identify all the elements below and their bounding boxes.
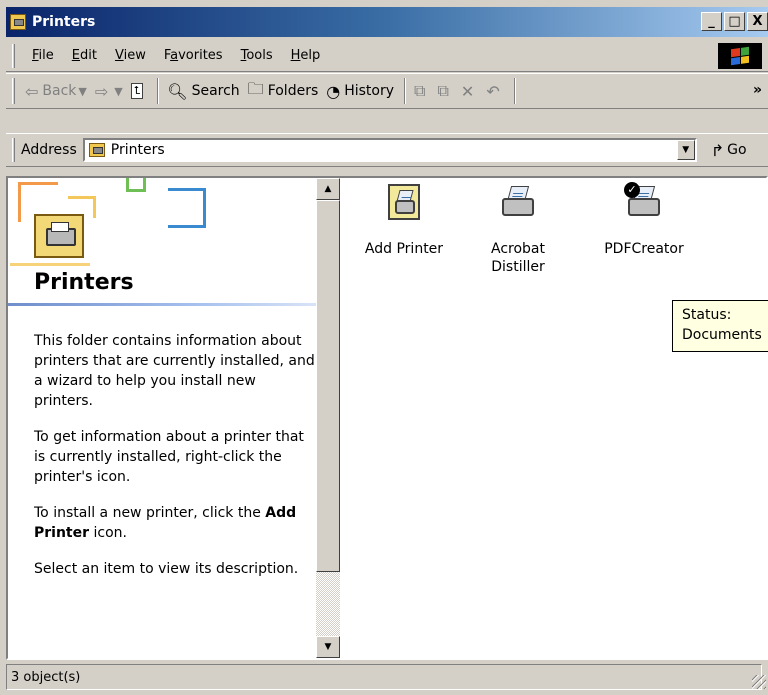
menu-edit[interactable]: Edit: [63, 48, 106, 63]
menu-tools[interactable]: Tools: [232, 48, 282, 63]
window-controls: _ □ X: [699, 12, 768, 31]
list-item-pdfcreator[interactable]: ✓ PDFCreator: [592, 182, 696, 258]
item-label: Acrobat Distiller: [491, 241, 545, 275]
move-to-button[interactable]: ⧉: [414, 81, 429, 101]
printers-folder-icon: [88, 143, 105, 157]
delete-button[interactable]: ✕: [461, 82, 478, 101]
tooltip-line: Documents: [682, 327, 762, 343]
go-arrow-icon: ↱: [710, 140, 725, 160]
up-folder-icon: ⮤: [130, 83, 144, 99]
undo-button[interactable]: ↶: [486, 82, 503, 101]
list-item-acrobat-distiller[interactable]: Acrobat Distiller: [466, 182, 570, 276]
maximize-button[interactable]: □: [724, 12, 745, 31]
move-to-icon: ⧉: [414, 81, 426, 100]
pane-title: Printers: [34, 270, 134, 295]
history-button[interactable]: ◔ History: [326, 82, 394, 101]
minimize-button[interactable]: _: [701, 12, 722, 31]
web-view-pane: Printers This folder contains informatio…: [8, 178, 318, 658]
add-printer-icon: [384, 182, 424, 222]
delete-icon: ✕: [460, 81, 475, 101]
back-label: Back: [42, 83, 77, 99]
close-button[interactable]: X: [747, 12, 768, 31]
undo-icon: ↶: [486, 81, 500, 101]
history-label: History: [344, 83, 395, 99]
address-dropdown-button[interactable]: ▼: [676, 140, 695, 160]
search-button[interactable]: 🔍︎ Search: [167, 82, 239, 101]
address-value: Printers: [110, 142, 165, 158]
menu-file[interactable]: File: [23, 48, 63, 63]
info-paragraph: This folder contains information about p…: [34, 333, 315, 409]
arrow-down-icon: ▼: [324, 642, 332, 652]
address-bar: Address Printers ▼ ↱ Go: [6, 133, 768, 167]
tooltip-line: Status:: [682, 307, 732, 323]
status-bar: 3 object(s): [6, 663, 768, 691]
vertical-scrollbar[interactable]: ▲ ▼: [316, 178, 340, 658]
item-label: Add Printer: [364, 241, 444, 257]
back-button[interactable]: ⇦ Back ▼: [25, 82, 87, 101]
select-paragraph: Select an item to view its description.: [34, 561, 299, 577]
forward-arrow-icon: ⇨: [94, 81, 109, 101]
printer-icon: [498, 182, 538, 222]
folders-button[interactable]: 🗀 Folders: [248, 78, 319, 105]
chevron-down-icon[interactable]: ▼: [78, 85, 86, 98]
arrow-up-icon: ▲: [324, 184, 332, 194]
menu-bar: File Edit View Favorites Tools Help: [6, 40, 768, 72]
address-label: Address: [21, 142, 77, 158]
pane-description: This folder contains information about p…: [34, 331, 316, 595]
info-paragraph: To get information about a printer that …: [34, 429, 304, 485]
menu-help[interactable]: Help: [282, 48, 330, 63]
printers-folder-icon: [10, 14, 26, 30]
copy-to-button[interactable]: ⧉: [437, 81, 452, 101]
window-title: Printers: [32, 14, 96, 30]
menu-favorites[interactable]: Favorites: [155, 48, 232, 63]
status-text: 3 object(s): [6, 664, 762, 690]
folder-banner: Printers: [8, 178, 318, 298]
scroll-down-button[interactable]: ▼: [316, 636, 340, 658]
windows-logo-icon: [718, 43, 762, 69]
search-label: Search: [191, 83, 240, 99]
title-bar: Printers _ □ X: [6, 7, 768, 37]
folders-label: Folders: [267, 83, 319, 99]
list-item-add-printer[interactable]: Add Printer: [352, 182, 456, 258]
toolbar-overflow-button[interactable]: »: [753, 82, 762, 98]
chevron-down-icon: ▼: [682, 145, 690, 155]
install-paragraph: To install a new printer, click the Add …: [34, 505, 297, 541]
go-button[interactable]: ↱ Go: [711, 141, 747, 160]
folders-icon: 🗀: [247, 78, 264, 98]
menu-grip[interactable]: [12, 43, 15, 68]
menu-view[interactable]: View: [106, 48, 155, 63]
printers-folder-large-icon: [34, 214, 84, 258]
toolbar-grip[interactable]: [12, 78, 15, 104]
resize-grip[interactable]: [752, 675, 766, 689]
up-button[interactable]: ⮤: [130, 83, 148, 99]
content-area: Printers This folder contains informatio…: [6, 176, 768, 660]
checkmark-icon: ✓: [624, 182, 640, 198]
default-printer-icon: ✓: [624, 182, 664, 222]
standard-toolbar: ⇦ Back ▼ ⇨ ▼ ⮤ 🔍︎ Search 🗀 Folders ◔ His…: [6, 73, 768, 109]
search-icon: 🔍︎: [167, 81, 188, 101]
history-icon: ◔: [326, 81, 341, 101]
status-tooltip: Status: Documents: [672, 300, 768, 352]
chevron-down-icon[interactable]: ▼: [114, 85, 122, 98]
forward-button[interactable]: ⇨ ▼: [95, 82, 123, 101]
address-input[interactable]: Printers ▼: [82, 138, 697, 162]
copy-to-icon: ⧉: [437, 81, 449, 100]
go-label: Go: [727, 142, 747, 158]
scroll-thumb[interactable]: [316, 200, 340, 572]
pane-divider: [8, 303, 318, 306]
address-grip[interactable]: [12, 138, 15, 162]
toolbar-separator: [513, 78, 516, 104]
toolbar-separator: [404, 78, 407, 104]
back-arrow-icon: ⇦: [25, 81, 39, 101]
item-label: PDFCreator: [604, 241, 684, 257]
file-list-view: Add Printer Acrobat Distiller ✓ PDFCreat…: [342, 178, 766, 658]
toolbar-separator: [157, 78, 160, 104]
scroll-up-button[interactable]: ▲: [316, 178, 340, 200]
